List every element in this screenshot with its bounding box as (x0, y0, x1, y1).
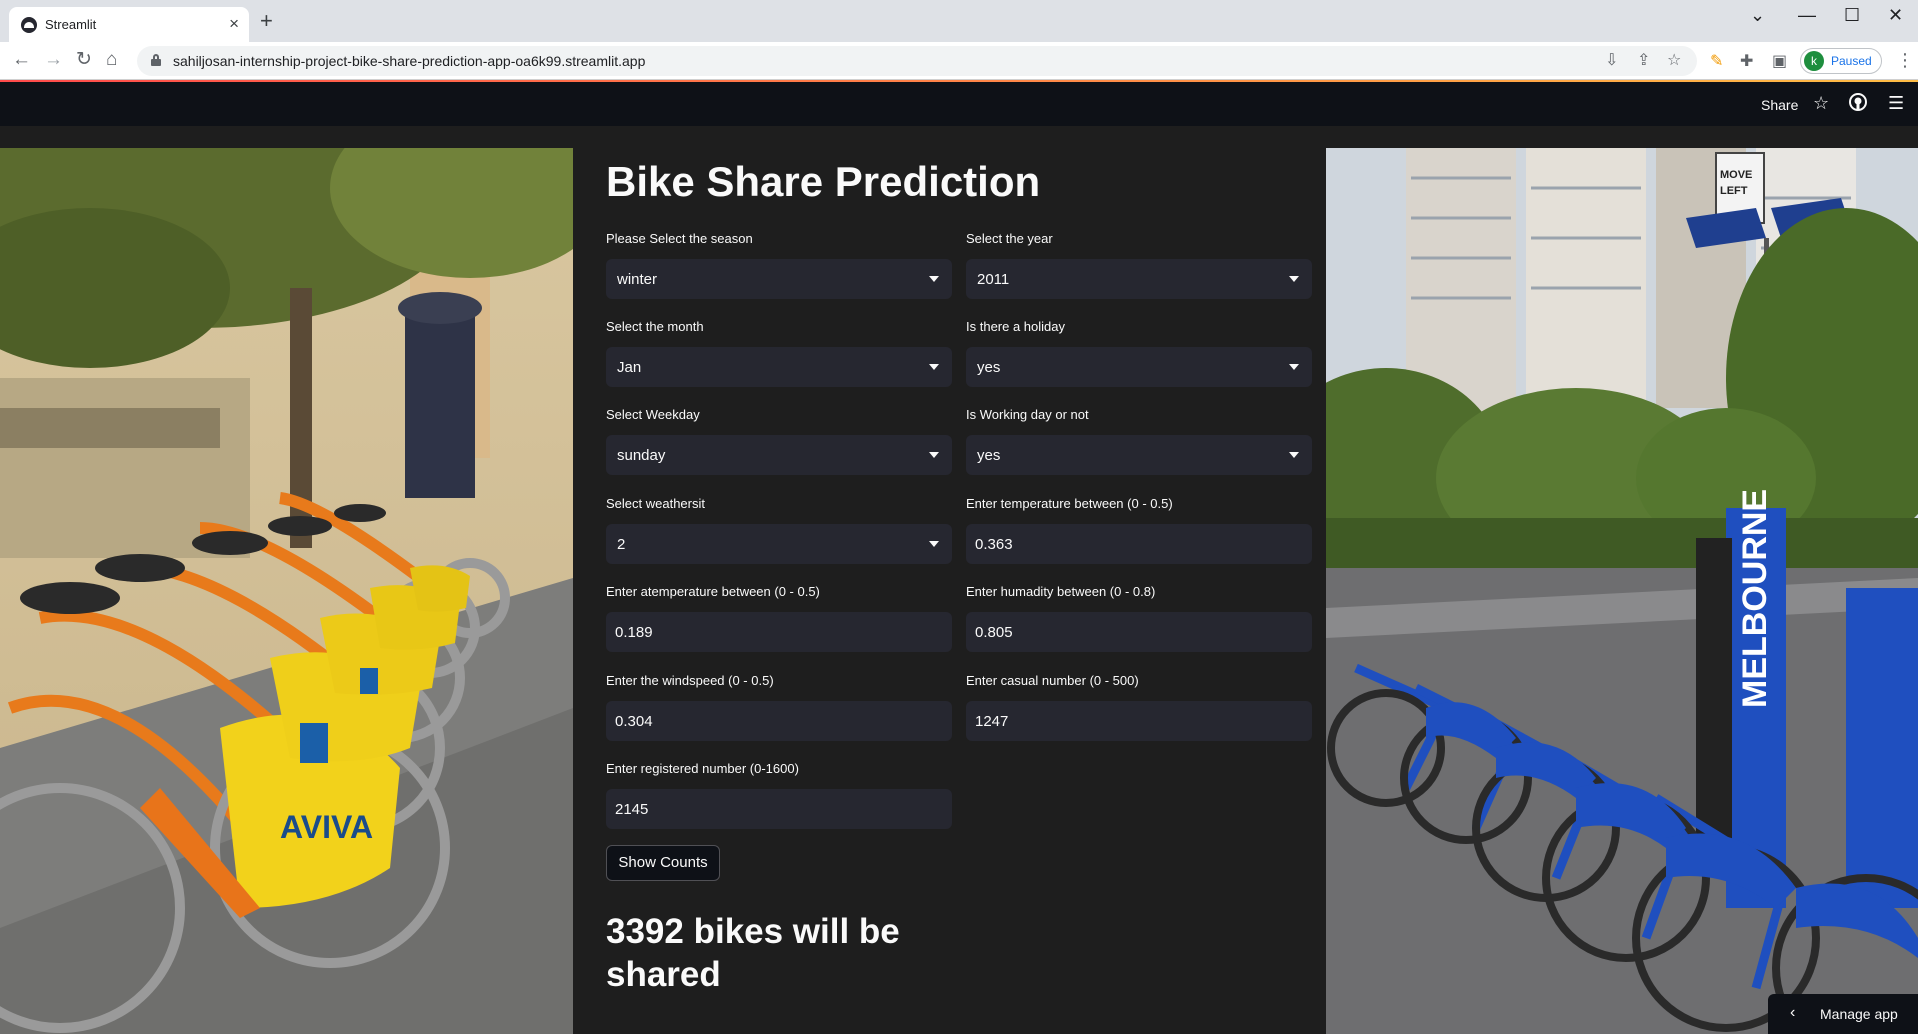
windspeed-input[interactable]: 0.304 (606, 701, 952, 741)
humidity-value: 0.805 (975, 624, 1013, 641)
temperature-label: Enter temperature between (0 - 0.5) (966, 496, 1173, 511)
temperature-input[interactable]: 0.363 (966, 524, 1312, 564)
holiday-select[interactable]: yes (966, 347, 1312, 387)
tab-title: Streamlit (45, 17, 97, 32)
main-content: Bike Share Prediction Please Select the … (573, 148, 1326, 1034)
season-value: winter (617, 271, 658, 288)
weekday-value: sunday (617, 447, 666, 464)
weekday-label: Select Weekday (606, 407, 700, 422)
avatar: k (1804, 51, 1824, 71)
workingday-value: yes (977, 447, 1001, 464)
windspeed-value: 0.304 (615, 713, 653, 730)
month-label: Select the month (606, 319, 704, 334)
casual-input[interactable]: 1247 (966, 701, 1312, 741)
bike-share-image-left: AVIVA (0, 148, 573, 1034)
melbourne-station-text: MELBOURNE (1736, 489, 1774, 708)
manage-app-button[interactable]: ‹ Manage app (1768, 994, 1918, 1034)
chevron-down-icon (929, 541, 939, 547)
chevron-left-icon: ‹ (1790, 1004, 1796, 1021)
year-value: 2011 (977, 271, 1010, 288)
share-button[interactable]: Share (1761, 97, 1798, 113)
month-value: Jan (617, 359, 642, 376)
chevron-down-icon (929, 276, 939, 282)
season-label: Please Select the season (606, 231, 753, 246)
streamlit-favicon-icon (21, 17, 37, 33)
bike-share-image-right: MOVE LEFT MELBOURNE (1326, 148, 1918, 1034)
browser-tab-bar: Streamlit × + ⌄ — ☐ ✕ (0, 0, 1918, 42)
profile-status: Paused (1831, 54, 1872, 68)
chevron-down-icon (929, 452, 939, 458)
casual-value: 1247 (975, 713, 1009, 730)
chevron-down-icon (1289, 276, 1299, 282)
registered-label: Enter registered number (0-1600) (606, 761, 799, 776)
chevron-down-icon (929, 364, 939, 370)
season-select[interactable]: winter (606, 259, 952, 299)
new-tab-icon[interactable]: + (260, 10, 273, 32)
browser-toolbar: ← → ↻ ⌂ sahiljosan-internship-project-bi… (0, 42, 1918, 80)
install-icon[interactable]: ⇩ (1605, 51, 1618, 71)
profile-button[interactable]: k Paused (1800, 48, 1882, 74)
page-title: Bike Share Prediction (606, 158, 1041, 205)
humidity-input[interactable]: 0.805 (966, 612, 1312, 652)
holiday-label: Is there a holiday (966, 319, 1066, 334)
registered-input[interactable]: 2145 (606, 789, 952, 829)
prediction-result: 3392 bikes will be shared (606, 910, 966, 996)
registered-value: 2145 (615, 801, 649, 818)
extensions-puzzle-icon[interactable]: ✚ (1740, 52, 1753, 72)
temperature-value: 0.363 (975, 536, 1013, 553)
bookmark-star-icon[interactable]: ☆ (1667, 51, 1681, 71)
workingday-label: Is Working day or not (966, 407, 1089, 422)
prediction-result-line1: 3392 bikes will be (606, 912, 900, 951)
close-window-icon[interactable]: ✕ (1888, 4, 1903, 26)
year-label: Select the year (966, 231, 1053, 246)
month-select[interactable]: Jan (606, 347, 952, 387)
url-text: sahiljosan-internship-project-bike-share… (173, 53, 646, 69)
prediction-result-line2: shared (606, 955, 721, 994)
address-bar[interactable]: sahiljosan-internship-project-bike-share… (137, 46, 1697, 76)
reload-icon[interactable]: ↻ (76, 49, 92, 71)
workingday-select[interactable]: yes (966, 435, 1312, 475)
star-icon[interactable]: ☆ (1813, 93, 1829, 113)
show-counts-button[interactable]: Show Counts (606, 845, 720, 881)
browser-menu-icon[interactable]: ⋮ (1896, 50, 1914, 70)
home-icon[interactable]: ⌂ (106, 49, 117, 71)
manage-app-label: Manage app (1820, 1006, 1898, 1022)
side-panel-icon[interactable]: ▣ (1772, 52, 1787, 72)
aviva-sign-text: AVIVA (280, 809, 373, 845)
forward-icon[interactable]: → (44, 49, 63, 71)
atemperature-input[interactable]: 0.189 (606, 612, 952, 652)
weathersit-value: 2 (617, 536, 626, 553)
weekday-select[interactable]: sunday (606, 435, 952, 475)
github-icon[interactable] (1849, 93, 1867, 115)
lock-icon (151, 54, 161, 66)
chevron-down-icon[interactable]: ⌄ (1750, 4, 1765, 26)
humidity-label: Enter humadity between (0 - 0.8) (966, 584, 1156, 599)
maximize-icon[interactable]: ☐ (1844, 4, 1860, 26)
atemperature-value: 0.189 (615, 624, 653, 641)
casual-label: Enter casual number (0 - 500) (966, 673, 1139, 688)
share-page-icon[interactable]: ⇪ (1637, 51, 1650, 71)
holiday-value: yes (977, 359, 1001, 376)
app-header: Share ☆ ☰ (0, 82, 1918, 126)
chevron-down-icon (1289, 452, 1299, 458)
minimize-icon[interactable]: — (1798, 4, 1816, 26)
weathersit-select[interactable]: 2 (606, 524, 952, 564)
weathersit-label: Select weathersit (606, 496, 705, 511)
hamburger-menu-icon[interactable]: ☰ (1888, 93, 1904, 113)
windspeed-label: Enter the windspeed (0 - 0.5) (606, 673, 774, 688)
back-icon[interactable]: ← (12, 49, 31, 71)
year-select[interactable]: 2011 (966, 259, 1312, 299)
chevron-down-icon (1289, 364, 1299, 370)
browser-tab[interactable]: Streamlit × (9, 7, 249, 42)
extension-pen-icon[interactable]: ✎ (1710, 52, 1723, 72)
tab-close-icon[interactable]: × (229, 14, 239, 34)
atemperature-label: Enter atemperature between (0 - 0.5) (606, 584, 820, 599)
